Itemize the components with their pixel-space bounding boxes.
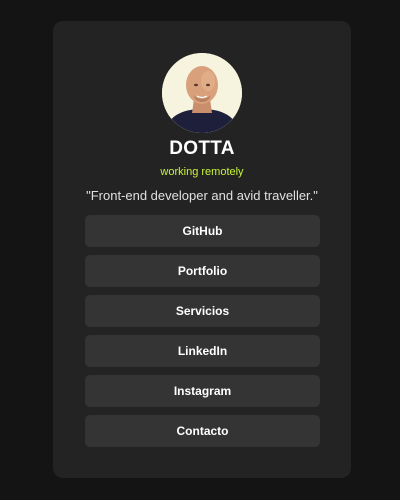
link-list: GitHub Portfolio Servicios LinkedIn Inst… xyxy=(85,215,320,455)
portfolio-link-button[interactable]: Portfolio xyxy=(85,255,320,287)
avatar xyxy=(162,53,242,133)
profile-name: DOTTA xyxy=(169,138,235,159)
profile-bio: "Front-end developer and avid traveller.… xyxy=(86,188,318,203)
profile-location: working remotely xyxy=(160,166,244,178)
profile-card: DOTTA working remotely "Front-end develo… xyxy=(53,21,351,478)
instagram-link-button[interactable]: Instagram xyxy=(85,375,320,407)
person-photo-icon xyxy=(162,53,242,133)
servicios-link-button[interactable]: Servicios xyxy=(85,295,320,327)
contacto-link-button[interactable]: Contacto xyxy=(85,415,320,447)
linkedin-link-button[interactable]: LinkedIn xyxy=(85,335,320,367)
github-link-button[interactable]: GitHub xyxy=(85,215,320,247)
